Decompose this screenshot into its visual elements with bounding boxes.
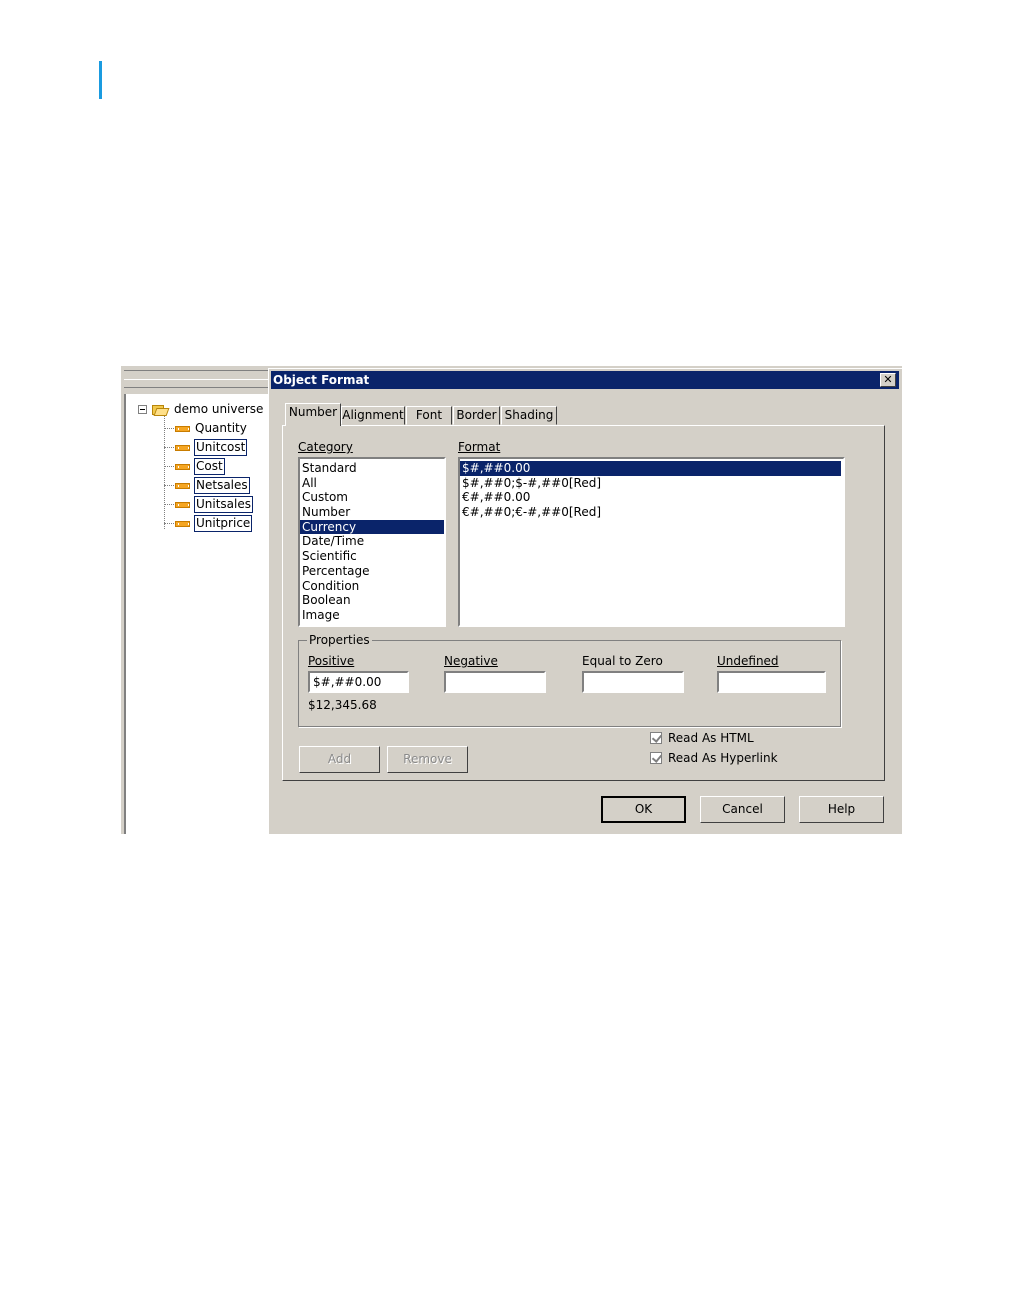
format-label-text: Format: [458, 440, 501, 454]
read-as-html-checkbox[interactable]: Read As HTML: [650, 731, 754, 745]
positive-field[interactable]: $#,##0.00: [308, 671, 409, 693]
panel-divider: [124, 379, 270, 388]
undefined-label: Undefined: [717, 654, 779, 668]
undefined-field[interactable]: [717, 671, 826, 693]
object-format-dialog: Object Format ✕ Number Alignment Font Bo…: [268, 368, 902, 834]
category-item[interactable]: All: [300, 476, 444, 491]
tree-item-unitcost[interactable]: Unitcost: [164, 439, 248, 456]
format-item[interactable]: $#,##0;$-#,##0[Red]: [460, 476, 843, 491]
checkbox-checked-icon: [650, 752, 663, 764]
positive-preview: $12,345.68: [308, 698, 377, 712]
tree-item-label: Unitsales: [194, 496, 254, 513]
checkbox-checked-icon: [650, 732, 663, 744]
category-label-text: Category: [298, 440, 353, 454]
universe-tree-panel: demo universe Quantity Unitcost Cost Net…: [121, 366, 270, 834]
category-item[interactable]: Percentage: [300, 564, 444, 579]
category-item[interactable]: Custom: [300, 490, 444, 505]
tab-alignment[interactable]: Alignment: [341, 406, 405, 425]
positive-label-text: Positive: [308, 654, 355, 668]
equal-to-zero-label: Equal to Zero: [582, 654, 663, 668]
tab-border[interactable]: Border: [453, 406, 500, 425]
category-item[interactable]: Date/Time: [300, 534, 444, 549]
tree-item-unitprice[interactable]: Unitprice: [164, 515, 253, 532]
dialog-title: Object Format: [273, 373, 370, 387]
category-item[interactable]: Number: [300, 505, 444, 520]
properties-group: Properties Positive $#,##0.00 $12,345.68…: [298, 633, 841, 727]
tree-item-cost[interactable]: Cost: [164, 458, 225, 475]
add-button[interactable]: Add: [299, 746, 380, 773]
tree-item-label: Quantity: [195, 421, 247, 435]
measure-icon: [175, 425, 190, 432]
category-item[interactable]: Condition: [300, 579, 444, 594]
ok-button[interactable]: OK: [601, 796, 686, 823]
tree-item-unitsales[interactable]: Unitsales: [164, 496, 254, 513]
measure-icon: [175, 482, 190, 489]
category-item[interactable]: Image: [300, 608, 444, 623]
help-button[interactable]: Help: [799, 796, 884, 823]
tree-root-label: demo universe: [174, 402, 264, 416]
format-list[interactable]: $#,##0.00 $#,##0;$-#,##0[Red] €#,##0.00 …: [458, 457, 845, 627]
read-as-hyperlink-checkbox[interactable]: Read As Hyperlink: [650, 751, 778, 765]
tab-number[interactable]: Number: [285, 403, 341, 426]
category-list[interactable]: Standard All Custom Number Currency Date…: [298, 457, 446, 627]
read-as-hyperlink-label: Read As Hyperlink: [668, 751, 778, 765]
universe-tree: demo universe Quantity Unitcost Cost Net…: [124, 394, 270, 834]
measure-icon: [175, 444, 190, 451]
category-item[interactable]: Standard: [300, 461, 444, 476]
collapse-icon[interactable]: [138, 405, 147, 414]
tree-item-label: Unitcost: [194, 439, 248, 456]
tree-item-label: Unitprice: [194, 515, 253, 532]
undefined-label-text: Undefined: [717, 654, 779, 668]
screenshot: demo universe Quantity Unitcost Cost Net…: [121, 366, 902, 834]
title-bar[interactable]: Object Format ✕: [271, 371, 899, 389]
category-label: Category: [298, 440, 353, 454]
format-item[interactable]: €#,##0.00: [460, 490, 843, 505]
negative-label: Negative: [444, 654, 498, 668]
tree-item-quantity[interactable]: Quantity: [164, 420, 248, 437]
tab-shading[interactable]: Shading: [501, 406, 557, 425]
properties-title: Properties: [307, 633, 372, 647]
negative-field[interactable]: [444, 671, 546, 693]
remove-button[interactable]: Remove: [387, 746, 468, 773]
format-item[interactable]: €#,##0;€-#,##0[Red]: [460, 505, 843, 520]
open-folder-icon: [152, 404, 170, 416]
cancel-button[interactable]: Cancel: [700, 796, 785, 823]
panel-divider-top: [124, 366, 270, 371]
close-button[interactable]: ✕: [880, 373, 896, 387]
tree-item-label: Cost: [194, 458, 225, 475]
format-item-selected[interactable]: $#,##0.00: [460, 461, 841, 476]
category-item[interactable]: Boolean: [300, 593, 444, 608]
format-label: Format: [458, 440, 500, 454]
read-as-html-label: Read As HTML: [668, 731, 754, 745]
equal-to-zero-field[interactable]: [582, 671, 684, 693]
positive-label: Positive: [308, 654, 354, 668]
measure-icon: [175, 501, 190, 508]
category-item-selected[interactable]: Currency: [300, 519, 444, 535]
category-item[interactable]: Scientific: [300, 549, 444, 564]
measure-icon: [175, 463, 190, 470]
tab-font[interactable]: Font: [406, 406, 452, 425]
tree-item-label: Netsales: [194, 477, 250, 494]
page-margin-bar: [99, 61, 102, 99]
tree-root-demo-universe[interactable]: demo universe: [138, 401, 264, 418]
tree-item-netsales[interactable]: Netsales: [164, 477, 250, 494]
negative-label-text: Negative: [444, 654, 498, 668]
measure-icon: [175, 520, 190, 527]
